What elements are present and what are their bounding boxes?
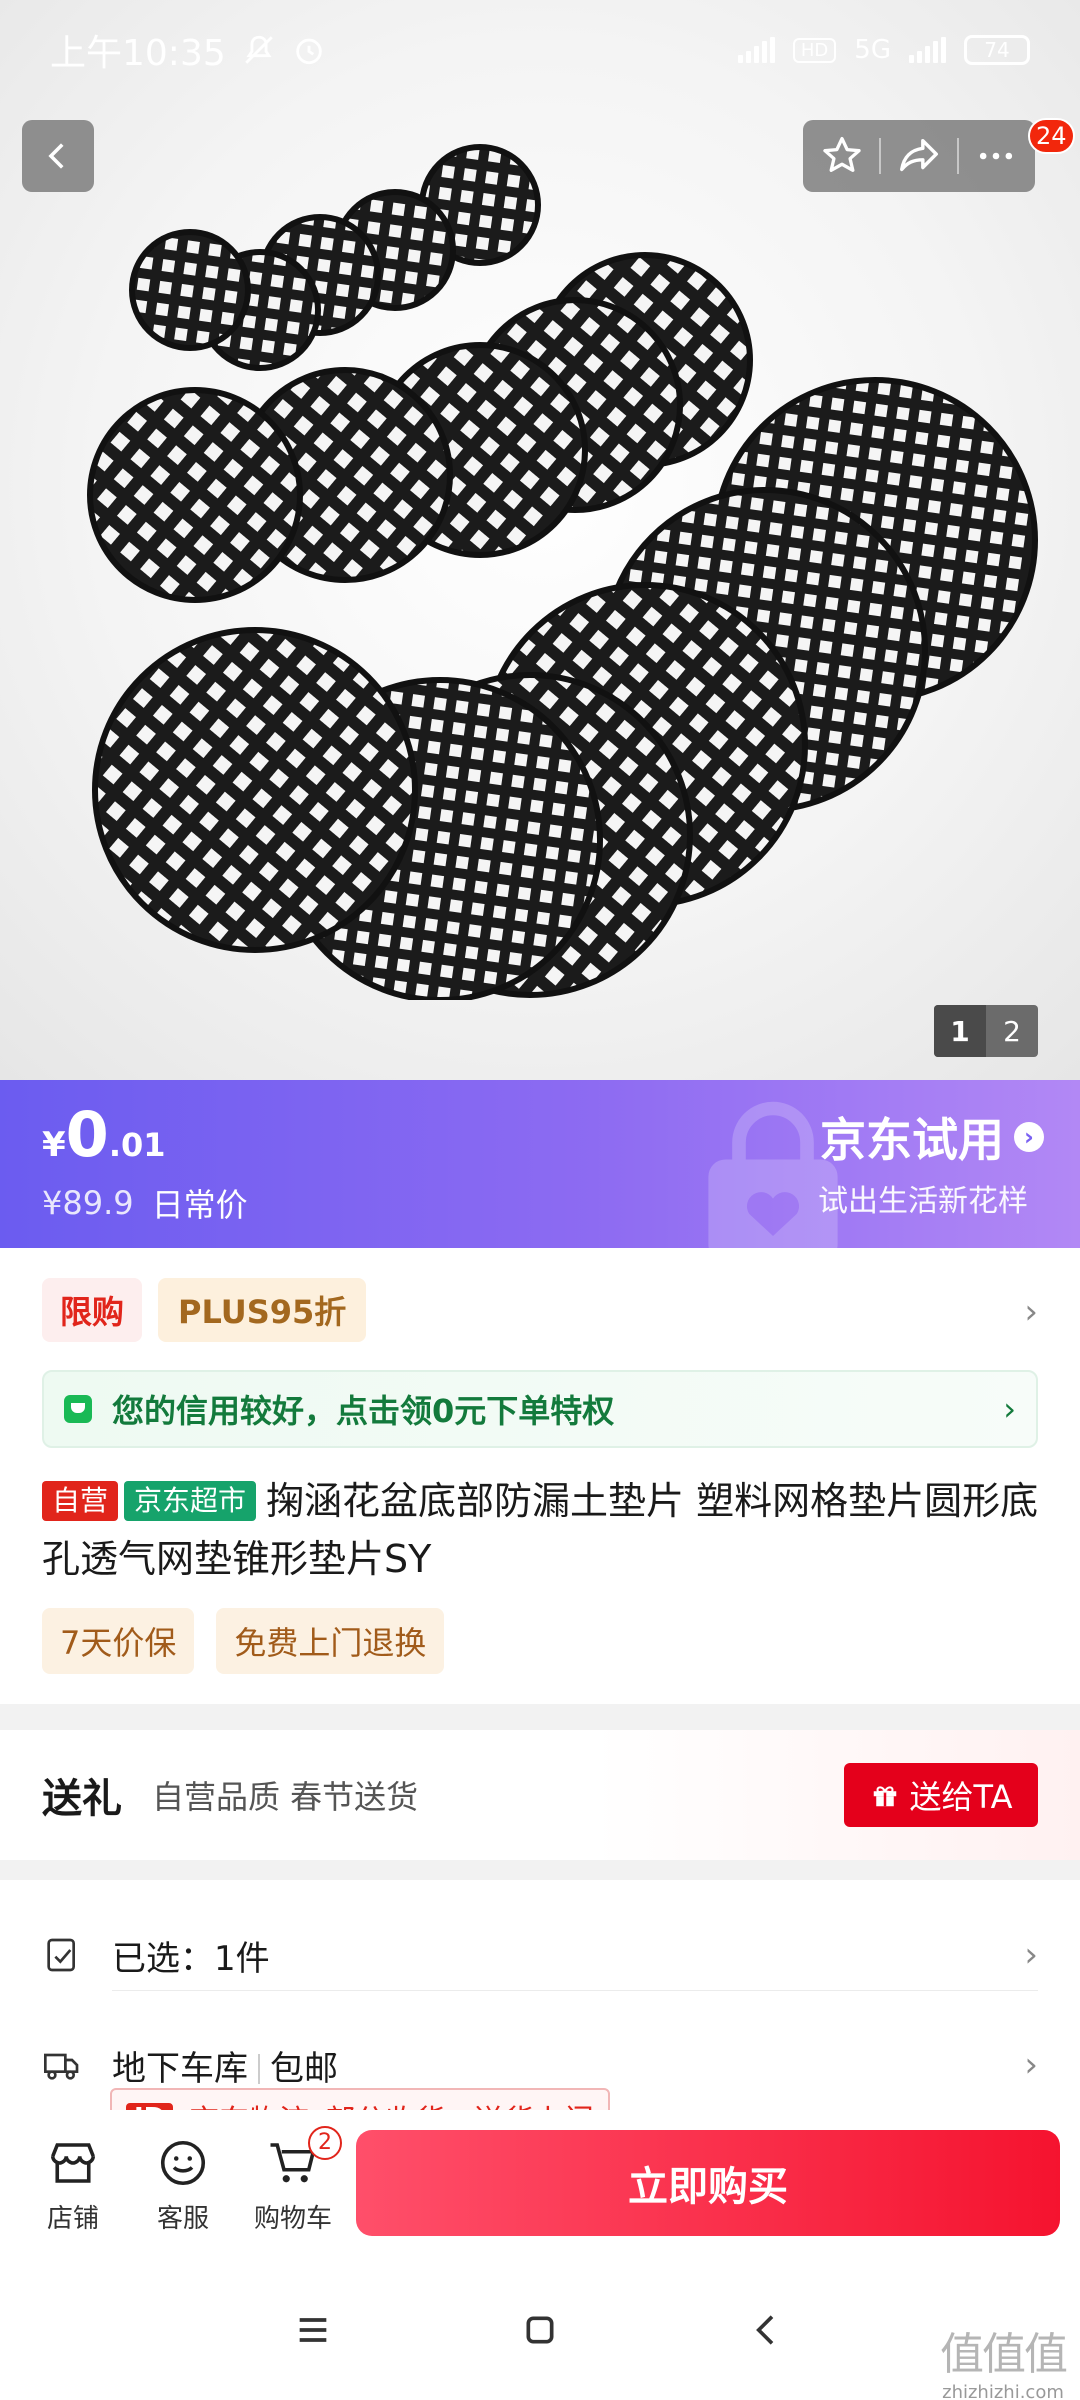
product-image <box>87 144 1038 1000</box>
watermark-domain: zhizhizhi.com <box>942 2382 1064 2400</box>
buy-now-button[interactable]: 立即购买 <box>356 2130 1060 2236</box>
gift-icon <box>873 1786 896 1807</box>
signal-icon <box>737 37 775 63</box>
back-button[interactable] <box>22 120 94 192</box>
star-icon[interactable] <box>820 134 864 178</box>
mute-icon <box>244 35 273 64</box>
cart-label: 购物车 <box>253 2203 332 2234</box>
selection-card: 已选：1件 › 地下车库包邮 › JD 京东物流 部分收货 · 送货上门 <box>0 1880 1080 2130</box>
selected-spec-row[interactable]: 已选：1件 › <box>42 1915 1038 1995</box>
truck-icon <box>44 2053 79 2080</box>
pager-page-1[interactable]: 1 <box>934 1005 986 1057</box>
service-tag-price-protect[interactable]: 7天价保 <box>42 1608 195 1674</box>
alarm-icon <box>296 38 322 65</box>
chevron-right-icon: › <box>1024 1935 1038 1975</box>
product-gallery[interactable]: 上午10:35 HD 5G 74 24 1 2 <box>0 0 1080 1080</box>
original-price-amount: ¥89.9 <box>42 1184 134 1222</box>
trial-title-text: 京东试用 <box>820 1113 1004 1167</box>
selected-spec-text: 已选：1件 <box>112 1938 270 1979</box>
store-icon <box>50 2142 96 2183</box>
watermark-logo: 值值值 <box>940 2329 1068 2380</box>
divider <box>956 138 959 174</box>
jd-supermarket-badge: 京东超市 <box>124 1481 257 1521</box>
chevron-right-icon: › <box>1003 1390 1016 1428</box>
yen-symbol: ¥ <box>42 1125 66 1165</box>
shopping-bag-icon <box>64 1395 92 1423</box>
limit-tag: 限购 <box>42 1278 143 1342</box>
more-icon[interactable] <box>974 134 1018 178</box>
bottom-action-bar: 店铺 客服 购物车 2 立即购买 <box>0 2110 1080 2260</box>
service-label: 客服 <box>156 2203 209 2234</box>
plus-discount-tag: PLUS95折 <box>158 1278 367 1342</box>
home-icon[interactable] <box>520 2310 560 2350</box>
watermark: 值值值 zhizhizhi.com <box>940 2318 1068 2400</box>
service-tag-free-return[interactable]: 免费上门退换 <box>216 1608 445 1674</box>
back-icon <box>48 143 64 169</box>
send-gift-button[interactable]: 送给TA <box>844 1763 1038 1827</box>
send-gift-label: 送给TA <box>909 1778 1013 1816</box>
chevron-right-icon: › <box>1024 2045 1038 2085</box>
gallery-pager[interactable]: 1 2 <box>934 1005 1038 1057</box>
price-band[interactable]: ¥ 0 .01 ¥89.9 日常价 京东试用 › 试出生活新花样 <box>0 1080 1080 1248</box>
price-decimal: .01 <box>108 1126 166 1164</box>
network-type: 5G <box>854 35 891 65</box>
trial-subtitle: 试出生活新花样 <box>818 1184 1028 1219</box>
share-icon[interactable] <box>896 133 942 179</box>
service-tags: 7天价保 免费上门退换 <box>42 1608 445 1674</box>
status-time: 上午10:35 <box>50 33 226 74</box>
battery-level: 74 <box>984 38 1010 62</box>
cart-button[interactable]: 购物车 2 <box>238 2125 348 2235</box>
spec-icon <box>47 1938 75 1972</box>
pager-page-2[interactable]: 2 <box>986 1005 1038 1057</box>
chevron-right-icon: › <box>1014 1122 1044 1152</box>
divider <box>258 2053 260 2084</box>
credit-privilege-banner[interactable]: 您的信用较好，点击领0元下单特权 › <box>42 1370 1038 1448</box>
product-info-card: 限购 PLUS95折 › 您的信用较好，点击领0元下单特权 › 自营 京东超市 掬涵… <box>0 1248 1080 1704</box>
cart-count-badge: 2 <box>308 2125 342 2160</box>
store-button[interactable]: 店铺 <box>18 2136 128 2235</box>
menu-icon[interactable] <box>293 2310 333 2350</box>
notification-badge: 24 <box>1028 118 1075 154</box>
current-price: ¥ 0 .01 <box>42 1098 166 1171</box>
address-text: 地下车库 <box>112 2048 248 2089</box>
product-title: 自营 京东超市 掬涵花盆底部防漏土垫片 塑料网格垫片圆形底孔透气网垫锥形垫片SY <box>42 1472 1042 1588</box>
gift-row: 送礼 自营品质 春节送货 送给TA <box>0 1730 1080 1860</box>
original-price-label: 日常价 <box>151 1186 248 1224</box>
divider <box>879 138 882 174</box>
gift-label: 送礼 <box>42 1776 122 1822</box>
gift-description: 自营品质 春节送货 <box>152 1778 419 1816</box>
customer-service-button[interactable]: 客服 <box>128 2136 238 2235</box>
delivery-address: 地下车库 包邮 <box>112 2041 1024 2090</box>
original-price: ¥89.9 日常价 <box>42 1180 248 1226</box>
signal-icon-2 <box>909 37 946 63</box>
credit-text: 您的信用较好，点击领0元下单特权 <box>112 1392 615 1430</box>
shipping-text: 包邮 <box>270 2048 338 2089</box>
battery-icon: 74 <box>964 35 1030 65</box>
status-bar: 上午10:35 HD 5G 74 <box>0 0 1080 100</box>
trial-title[interactable]: 京东试用 › <box>820 1104 1044 1170</box>
promo-row[interactable]: 限购 PLUS95折 › <box>42 1278 1038 1342</box>
top-actions <box>803 120 1035 192</box>
chat-icon <box>160 2140 206 2185</box>
system-navigation-bar <box>0 2260 1080 2400</box>
back-nav-icon[interactable] <box>747 2310 787 2350</box>
self-operated-badge: 自营 <box>42 1481 119 1521</box>
chevron-right-icon: › <box>1024 1292 1038 1332</box>
divider <box>112 1990 1038 1991</box>
price-integer: 0 <box>65 1098 109 1171</box>
store-label: 店铺 <box>46 2203 99 2234</box>
hd-indicator: HD <box>792 37 837 63</box>
